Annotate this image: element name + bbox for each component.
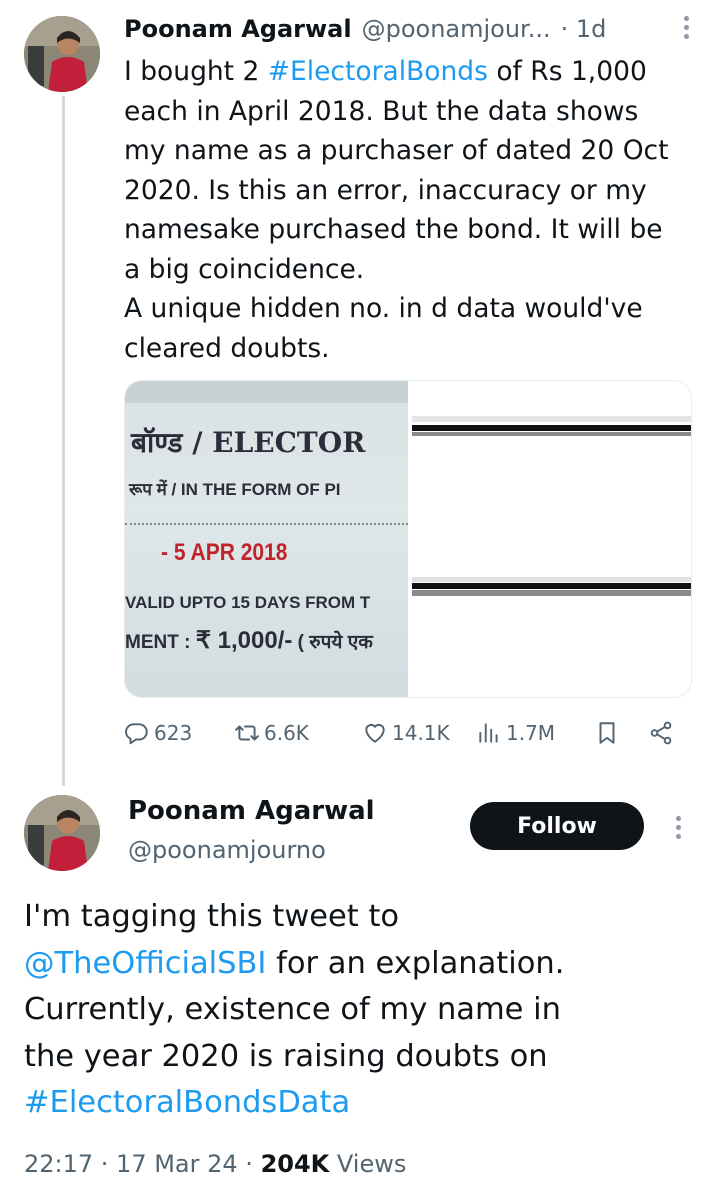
stripe [412, 583, 691, 589]
tweet-text-line: I'm tagging this tweet to [24, 899, 400, 934]
hashtag-link[interactable]: #ElectoralBondsData [24, 1085, 350, 1120]
mention-link[interactable]: @TheOfficialSBI [24, 946, 266, 981]
stripe [412, 432, 691, 436]
tweet-text-line: I bought 2 #ElectoralBonds of Rs 1,000 [124, 52, 694, 92]
tweet-text-line: @TheOfficialSBI for an explanation. [24, 941, 704, 988]
bond-validity: VALID UPTO 15 DAYS FROM T [125, 593, 371, 612]
reply-icon [125, 723, 148, 745]
tweet-text-line: namesake purchased the bond. It will be [124, 214, 663, 245]
author-handle[interactable]: @poonamjourno [128, 836, 326, 864]
tweet-media[interactable]: बॉण्ड / ELECTOR रूप में / IN THE FORM OF… [124, 380, 692, 698]
tweet-text-line: 2020. Is this an error, inaccuracy or my [124, 174, 647, 206]
avatar[interactable] [24, 795, 100, 871]
like-icon [365, 723, 385, 743]
share-icon [650, 721, 672, 745]
tweet-header: Poonam Agarwal @poonamjour... · 1d [124, 10, 694, 48]
retweet-count: 6.6K [264, 721, 309, 745]
hashtag-link[interactable]: #ElectoralBonds [268, 56, 488, 87]
avatar-photo [24, 16, 100, 92]
more-icon[interactable] [670, 812, 686, 843]
bookmark-icon [599, 722, 615, 744]
bond-amount-line: MENT : ₹ 1,000/- ( रुपये एक [125, 626, 373, 655]
bond-form-text: रूप में / IN THE FORM OF PI [129, 480, 341, 499]
thread-connector-line [62, 96, 65, 786]
tweet-text-line: a big coincidence. [124, 253, 365, 285]
media-image-blank[interactable] [408, 381, 691, 697]
bond-amount-words: ( रुपये एक [292, 632, 373, 653]
text-segment: of Rs 1,000 [487, 56, 647, 87]
avatar[interactable] [24, 16, 100, 92]
views-count: 1.7M [506, 721, 556, 745]
retweet-icon [235, 725, 259, 741]
bond-top-band [125, 381, 408, 403]
share-button[interactable] [648, 720, 674, 746]
author-handle[interactable]: @poonamjour... [362, 15, 551, 43]
views-icon [479, 723, 498, 743]
tweet-text-line: each in April 2018. But the data shows [124, 95, 639, 127]
like-count: 14.1K [392, 721, 450, 745]
tweet-text: I'm tagging this tweet to @TheOfficialSB… [24, 894, 704, 1127]
author-name[interactable]: Poonam Agarwal [124, 15, 352, 43]
bond-amount: ₹ 1,000/- [195, 627, 293, 654]
like-button[interactable]: 14.1K [362, 720, 450, 746]
more-icon[interactable] [678, 12, 694, 43]
tweet-text: I bought 2 #ElectoralBonds of Rs 1,000 e… [124, 52, 694, 368]
views-label: Views [329, 1150, 407, 1178]
follow-button[interactable]: Follow [470, 802, 644, 850]
bond-title: बॉण्ड / ELECTOR [131, 426, 366, 459]
views-button[interactable]: 1.7M [476, 720, 555, 746]
stripe [412, 416, 691, 422]
media-image-bond[interactable]: बॉण्ड / ELECTOR रूप में / IN THE FORM OF… [125, 381, 408, 697]
reply-button[interactable]: 623 [124, 720, 192, 746]
reply-count: 623 [154, 721, 193, 745]
tweet-text-line: my name as a purchaser of dated 20 Oct [124, 135, 669, 166]
stripe [412, 577, 691, 582]
text-segment: for an explanation. [266, 945, 565, 981]
bond-photo: बॉण्ड / ELECTOR रूप में / IN THE FORM OF… [125, 381, 408, 697]
tweet-text-line: the year 2020 is raising doubts on [24, 1038, 548, 1074]
tweet-text-line: A unique hidden no. in d data would've [124, 293, 643, 324]
text-segment: I bought 2 [124, 56, 268, 87]
bond-dotted-line [125, 523, 408, 525]
avatar-photo [24, 795, 100, 871]
retweet-button[interactable]: 6.6K [234, 720, 309, 746]
tweet-text-line: #ElectoralBondsData [24, 1080, 704, 1127]
tweet-time[interactable]: · 1d [561, 15, 607, 43]
tweet-text-line: cleared doubts. [124, 332, 330, 364]
tweet-actions: 623 6.6K 14.1K 1.7M [124, 716, 684, 756]
bookmark-button[interactable] [594, 720, 620, 746]
bond-amount-label: MENT : [125, 632, 196, 653]
author-name[interactable]: Poonam Agarwal [128, 796, 375, 826]
tweet-text-line: Currently, existence of my name in [24, 992, 561, 1027]
tweet-meta: 22:17 · 17 Mar 24 · 204K Views [24, 1150, 406, 1178]
stripe [412, 425, 691, 431]
bond-date-stamp: - 5 APR 2018 [161, 539, 288, 566]
views-total: 204K [260, 1150, 330, 1178]
tweet-timestamp[interactable]: 22:17 · 17 Mar 24 · [24, 1150, 261, 1178]
stripe [412, 590, 691, 596]
